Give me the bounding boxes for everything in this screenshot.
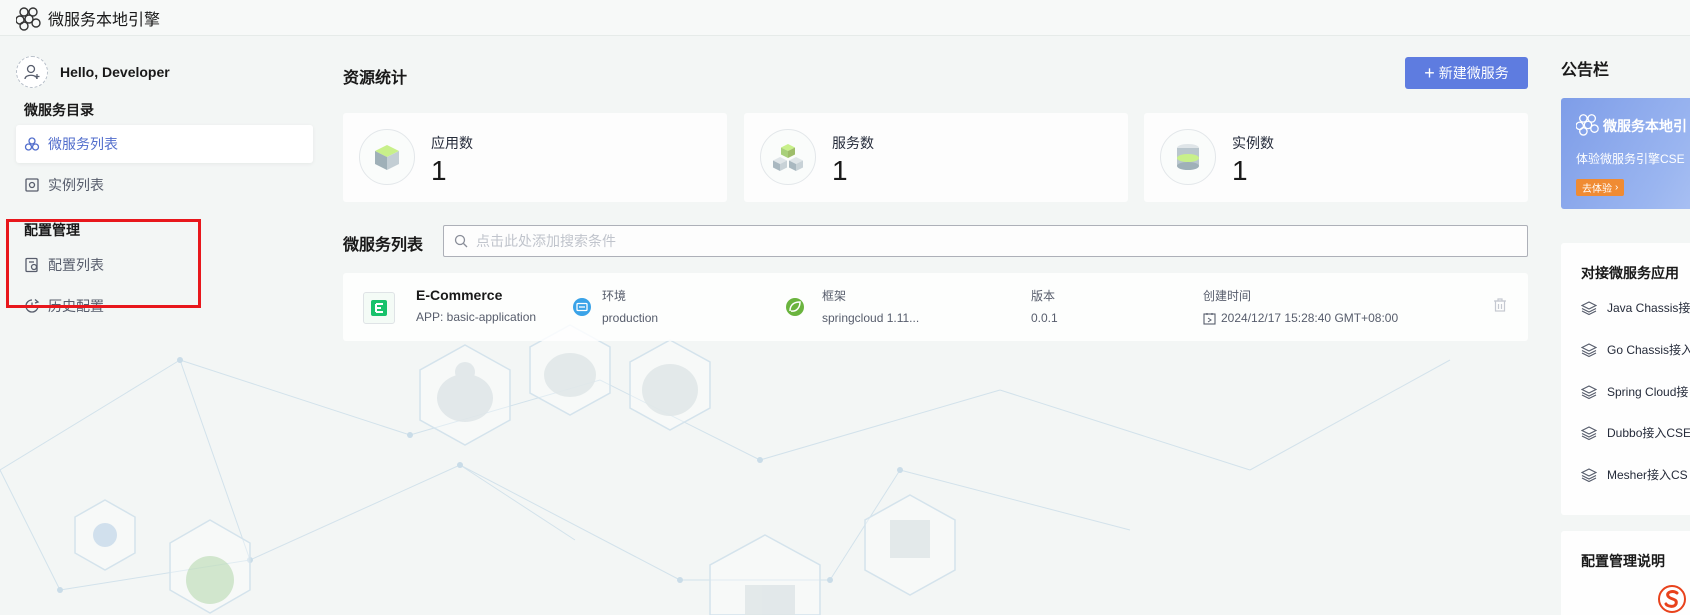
integration-item-label: Java Chassis接 (1607, 301, 1690, 315)
promo-banner[interactable]: 微服务本地引 体验微服务引擎CSE 去体验 › (1561, 98, 1690, 209)
history-icon (24, 298, 40, 314)
env-label: 环境 (602, 289, 627, 303)
integration-item[interactable]: Go Chassis接入 (1581, 341, 1690, 358)
instance-database-icon (1160, 129, 1216, 185)
layers-icon (1581, 467, 1597, 482)
integration-item-label: Go Chassis接入 (1607, 343, 1690, 357)
stat-value: 1 (431, 155, 447, 186)
sogou-input-icon[interactable] (1657, 584, 1687, 614)
calendar-icon (1203, 313, 1216, 325)
sidebar-item-config-list[interactable]: 配置列表 (16, 246, 313, 284)
service-list-title: 微服务列表 (343, 237, 424, 254)
user-greeting: Hello, Developer (60, 64, 170, 80)
sidebar-item-label: 实例列表 (48, 177, 104, 193)
service-app: APP: basic-application (416, 310, 537, 324)
sidebar: Hello, Developer 微服务目录 微服务列表 实例列表 配置管理 配… (0, 36, 330, 615)
app-header: 微服务本地引擎 (0, 0, 1690, 36)
engine-logo-icon (1576, 114, 1599, 136)
section-title-config-management: 配置管理 (24, 222, 80, 238)
integration-title: 对接微服务应用 (1581, 265, 1679, 281)
created-value: 2024/12/17 15:28:40 GMT+08:00 (1221, 311, 1399, 325)
version-value: 0.0.1 (1031, 311, 1058, 325)
stat-label: 应用数 (431, 135, 473, 151)
delete-icon[interactable] (1492, 297, 1508, 313)
instance-icon (24, 177, 40, 193)
integration-item-label: Mesher接入CS (1607, 468, 1688, 482)
banner-subtitle: 体验微服务引擎CSE (1576, 152, 1685, 166)
layers-icon (1581, 342, 1597, 357)
section-title-service-catalog: 微服务目录 (24, 102, 94, 118)
spring-framework-icon (786, 298, 804, 316)
stat-value: 1 (1232, 155, 1248, 186)
avatar[interactable] (16, 56, 48, 88)
stat-label: 实例数 (1232, 135, 1274, 151)
config-file-icon (24, 257, 40, 273)
try-button-label: 去体验 (1582, 184, 1612, 195)
search-icon (454, 234, 468, 248)
chevron-right-icon: › (1615, 182, 1619, 193)
framework-value: springcloud 1.11... (822, 311, 920, 325)
sidebar-item-label: 历史配置 (48, 298, 104, 314)
notice-board-title: 公告栏 (1561, 62, 1610, 79)
layers-icon (1581, 384, 1597, 399)
service-cubes-icon (760, 129, 816, 185)
integration-item[interactable]: Spring Cloud接 (1581, 383, 1688, 400)
config-guide-title: 配置管理说明 (1581, 553, 1665, 569)
app-cube-icon (359, 129, 415, 185)
integration-item[interactable]: Java Chassis接 (1581, 299, 1690, 316)
app-title: 微服务本地引擎 (48, 11, 161, 29)
environment-icon (573, 298, 591, 316)
integration-item-label: Dubbo接入CSE (1607, 426, 1690, 440)
service-logo-icon (363, 292, 395, 324)
main-content: 资源统计 + 新建微服务 应用数 1 服务数 1 实例数 1 微服务列表 点击此… (343, 36, 1528, 615)
sidebar-item-config-history[interactable]: 历史配置 (16, 287, 313, 325)
app-logo-icon (16, 6, 41, 31)
integration-card: 对接微服务应用 Java Chassis接 Go Chassis接入 Sprin… (1561, 243, 1690, 515)
created-label: 创建时间 (1203, 289, 1252, 303)
sidebar-item-label: 配置列表 (48, 257, 104, 273)
user-profile: Hello, Developer (16, 56, 170, 88)
layers-icon (1581, 425, 1597, 440)
resource-stats-title: 资源统计 (343, 70, 408, 87)
stat-card-apps: 应用数 1 (343, 113, 727, 202)
layers-icon (1581, 300, 1597, 315)
user-add-icon (24, 64, 40, 80)
services-icon (24, 136, 40, 152)
sidebar-item-label: 微服务列表 (48, 136, 118, 152)
service-row[interactable]: E-Commerce APP: basic-application 环境 pro… (343, 273, 1528, 341)
search-box[interactable] (443, 225, 1528, 257)
framework-label: 框架 (822, 289, 847, 303)
try-button[interactable]: 去体验 › (1576, 179, 1625, 196)
banner-title: 微服务本地引 (1603, 118, 1687, 134)
integration-item[interactable]: Mesher接入CS (1581, 466, 1688, 483)
sidebar-item-service-list[interactable]: 微服务列表 (16, 125, 313, 163)
new-service-button-label: 新建微服务 (1438, 65, 1509, 81)
env-value: production (602, 311, 659, 325)
search-input[interactable] (476, 233, 1376, 249)
stat-card-instances: 实例数 1 (1144, 113, 1528, 202)
service-name[interactable]: E-Commerce (416, 287, 502, 303)
stat-card-services: 服务数 1 (744, 113, 1128, 202)
stat-value: 1 (832, 155, 848, 186)
integration-item[interactable]: Dubbo接入CSE (1581, 424, 1690, 441)
stat-label: 服务数 (832, 135, 874, 151)
plus-icon: + (1424, 63, 1435, 83)
integration-item-label: Spring Cloud接 (1607, 385, 1689, 399)
sidebar-item-instance-list[interactable]: 实例列表 (16, 166, 313, 204)
version-label: 版本 (1031, 289, 1056, 303)
new-service-button[interactable]: + 新建微服务 (1405, 57, 1528, 89)
right-panel: 公告栏 微服务本地引 体验微服务引擎CSE 去体验 › 对接微服务应用 Java… (1545, 36, 1690, 615)
